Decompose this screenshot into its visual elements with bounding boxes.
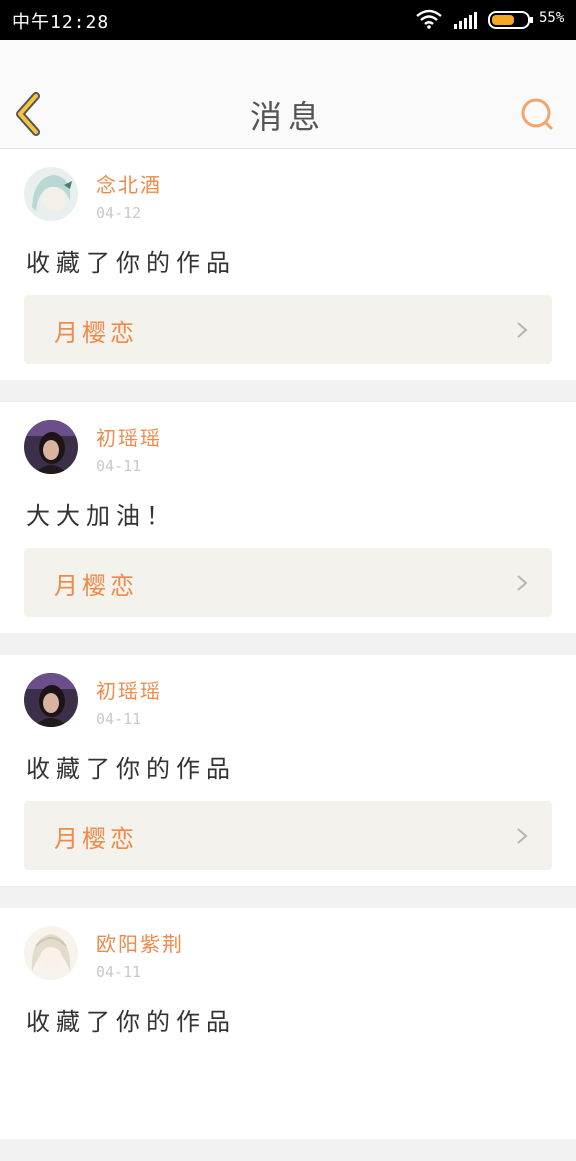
avatar[interactable] [24,673,78,727]
work-link[interactable]: 月樱恋 [24,548,552,617]
avatar-image [24,167,78,221]
avatar-image [24,673,78,727]
timestamp: 04-11 [96,710,142,728]
search-button[interactable] [518,95,556,133]
message-text: 大大加油！ [26,502,176,530]
timestamp: 04-12 [96,204,142,222]
clock: 中午12:28 [12,12,110,33]
avatar-image [24,926,78,980]
message-text: 收藏了你的作品 [26,249,236,277]
work-link[interactable]: 月樱恋 [24,295,552,364]
notification-list: 念北酒 04-12 收藏了你的作品 月樱恋 初瑶瑶 04-11 大大加油！ 月樱… [0,149,576,1161]
avatar[interactable] [24,926,78,980]
notification-card: 初瑶瑶 04-11 大大加油！ 月樱恋 [0,402,576,633]
timestamp: 04-11 [96,963,142,981]
notification-card: 初瑶瑶 04-11 收藏了你的作品 月樱恋 [0,655,576,886]
username[interactable]: 念北酒 [96,169,162,198]
username[interactable]: 初瑶瑶 [96,422,162,451]
username[interactable]: 初瑶瑶 [96,675,162,704]
signal-icon [454,12,477,29]
page-title: 消息 [249,98,326,136]
avatar-image [24,420,78,474]
app-header: 消息 [0,40,576,149]
work-link[interactable]: 月樱恋 [24,801,552,870]
timestamp: 04-11 [96,457,142,475]
battery-icon [488,11,533,29]
message-text: 收藏了你的作品 [26,1008,236,1036]
chevron-right-icon [517,322,528,338]
battery-percent: 55% [539,10,565,26]
notification-card: 念北酒 04-12 收藏了你的作品 月樱恋 [0,149,576,380]
avatar[interactable] [24,167,78,221]
work-title: 月樱恋 [54,319,138,347]
search-icon [521,98,553,130]
chevron-right-icon [517,575,528,591]
work-title: 月樱恋 [54,825,138,853]
status-bar: 中午12:28 55% [0,0,576,40]
chevron-right-icon [517,828,528,844]
username[interactable]: 欧阳紫荆 [96,928,184,957]
work-title: 月樱恋 [54,572,138,600]
message-text: 收藏了你的作品 [26,755,236,783]
wifi-icon [416,9,442,29]
avatar[interactable] [24,420,78,474]
